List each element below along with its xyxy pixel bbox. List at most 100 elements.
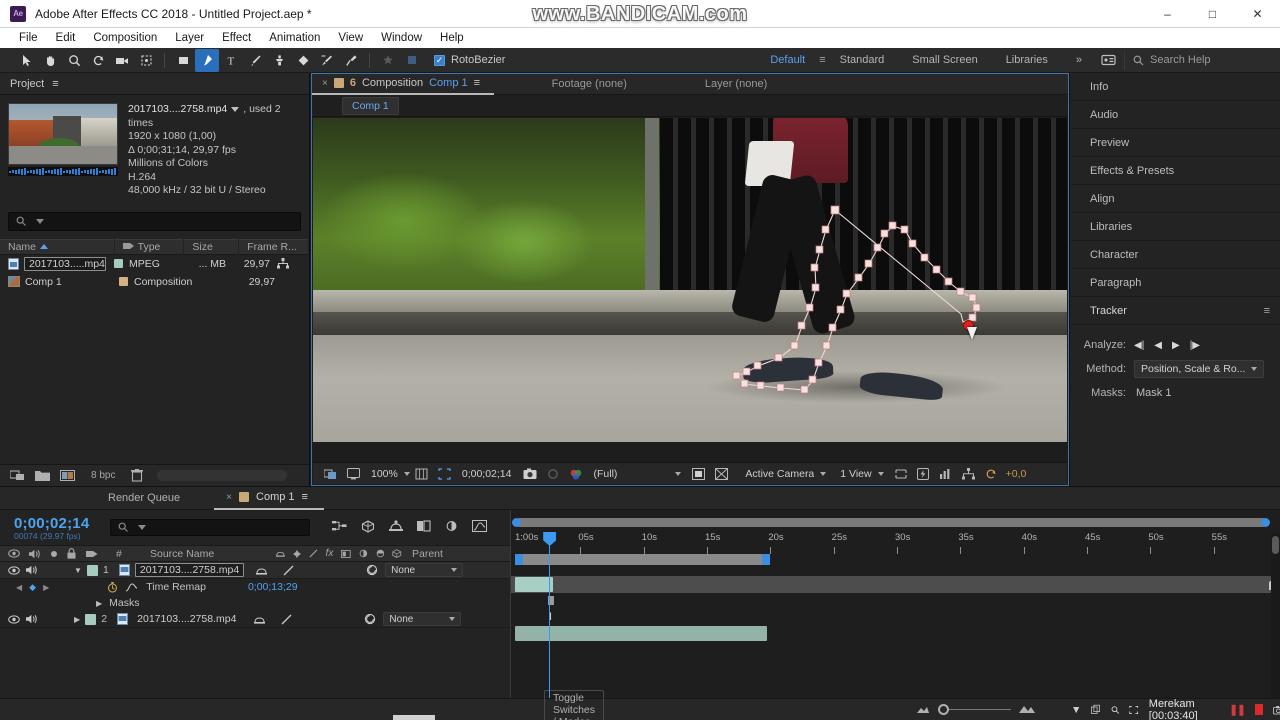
adjustment-icon[interactable] [376,548,385,559]
chevron-down-icon[interactable] [231,106,240,112]
property-value[interactable]: 0;00;13;29 [248,581,298,593]
magnification-value[interactable]: 100% [365,468,404,480]
label-swatch[interactable] [114,259,123,268]
sidebar-panel-info[interactable]: Info [1070,73,1280,101]
workspace-libraries[interactable]: Libraries [992,49,1062,72]
timeline-search-input[interactable] [110,519,310,536]
capture-region-icon[interactable] [1129,704,1139,716]
tab-composition[interactable]: × 6 Composition Comp 1 ≡ [312,74,494,95]
workspace-small-screen[interactable]: Small Screen [898,49,991,72]
speaker-icon[interactable] [26,614,38,624]
property-track-masks[interactable]: I [511,609,1280,625]
rotobezier-checkbox[interactable]: ✓ [434,54,445,66]
draft-3d-icon[interactable] [361,519,375,536]
speaker-icon[interactable] [29,549,41,559]
layer-track-1[interactable] [511,576,1280,593]
layer-bar-1-extent[interactable] [553,577,769,592]
project-panel-tab[interactable]: Project ≡ [0,73,309,95]
new-composition-icon[interactable] [60,469,75,482]
workspace-default[interactable]: Default [756,49,819,72]
pen-tool-icon[interactable] [195,48,219,72]
tab-comp1[interactable]: × Comp 1 ≡ [214,486,324,510]
resolution-value[interactable]: (Full) [588,468,624,480]
analyze-forward-icon[interactable]: ▶ [1172,340,1180,351]
menu-item-window[interactable]: Window [372,28,431,48]
prev-keyframe-icon[interactable]: ◀ [16,583,22,592]
sidebar-panel-paragraph[interactable]: Paragraph [1070,269,1280,297]
chevron-down-icon[interactable]: ▼ [1071,704,1081,716]
sidebar-panel-libraries[interactable]: Libraries [1070,213,1280,241]
project-row-name[interactable]: 2017103.....mp4 [24,256,106,271]
frame-blend-icon[interactable] [341,549,351,559]
column-name[interactable]: Name [0,238,115,255]
show-snapshot-icon[interactable] [542,463,564,485]
eye-icon[interactable] [8,549,20,558]
flowchart-icon[interactable] [957,463,980,485]
quality-icon[interactable] [281,614,292,625]
sidebar-panel-character[interactable]: Character [1070,241,1280,269]
sidebar-panel-preview[interactable]: Preview [1070,129,1280,157]
lock-icon[interactable] [67,548,76,559]
selection-tool-icon[interactable] [14,49,38,72]
analyze-backward-icon[interactable]: ◀ [1154,340,1162,351]
column-framerate[interactable]: Frame R... [239,238,309,255]
quality-icon[interactable] [309,548,318,559]
type-tool-icon[interactable]: T [219,49,243,72]
mask-feather-tool-icon[interactable] [376,49,400,72]
analyze-1-frame-backward-icon[interactable]: ◀| [1134,340,1144,351]
menu-item-animation[interactable]: Animation [260,28,329,48]
speaker-icon[interactable] [26,565,38,575]
work-area-bar[interactable] [515,554,770,565]
close-icon[interactable]: × [226,486,232,509]
panel-menu-icon[interactable]: ≡ [52,78,62,90]
menu-item-help[interactable]: Help [431,28,473,48]
column-source-name[interactable]: Source Name [142,546,272,562]
parent-pickwhip-icon[interactable] [364,613,376,625]
resolution-chevron-icon[interactable] [675,471,682,476]
sidebar-panel-tracker[interactable]: Tracker ≡ [1070,297,1280,325]
fx-icon[interactable]: fx [326,548,334,559]
timeline-vertical-scrollbar[interactable] [1271,533,1280,720]
transparency-grid-icon[interactable] [687,463,710,485]
sub-tab-comp1[interactable]: Comp 1 [342,96,399,115]
search-help-field[interactable]: Search Help [1124,50,1274,70]
roto-brush-tool-icon[interactable] [315,49,339,72]
menu-item-layer[interactable]: Layer [166,28,213,48]
work-area-start-handle[interactable] [515,554,523,565]
rotobezier-option[interactable]: ✓ RotoBezier [434,54,505,66]
expand-layer-icon[interactable]: ▶ [74,615,80,624]
column-parent[interactable]: Parent [402,546,462,562]
region-of-interest-icon[interactable] [433,463,456,485]
camera-icon[interactable] [518,463,542,485]
capture-window-icon[interactable] [1091,703,1101,716]
value-graph-icon[interactable] [125,582,138,593]
composition-mini-flowchart-icon[interactable] [332,520,347,535]
brush-tool-icon[interactable] [243,49,267,72]
3d-layer-icon[interactable] [392,548,402,559]
menu-item-edit[interactable]: Edit [47,28,85,48]
search-filter-chevron-icon[interactable] [36,218,44,224]
solo-icon[interactable] [50,550,58,558]
zoom-in-icon[interactable] [1019,705,1036,714]
project-search-input[interactable] [8,211,301,231]
panel-menu-icon[interactable]: ≡ [1264,305,1270,317]
keyframe-marker-icon[interactable]: ◆ [29,582,36,593]
views-chevron-icon[interactable] [877,471,884,476]
mask-shape-icon[interactable] [710,463,733,485]
channels-icon[interactable] [564,463,588,485]
property-track-time-remap[interactable] [511,593,1280,609]
column-type[interactable]: Type [115,238,185,255]
next-keyframe-icon[interactable]: ▶ [43,583,49,592]
masks-value[interactable]: Mask 1 [1134,387,1171,399]
timeline-graph-area[interactable]: 1:00s05s10s15s20s25s30s35s40s45s50s55s00… [510,510,1280,720]
eye-icon[interactable] [8,614,20,624]
scrollbar-right-handle[interactable] [1261,518,1270,527]
stopwatch-icon[interactable] [107,581,118,593]
hand-tool-icon[interactable] [38,49,62,72]
current-time-display[interactable]: 0;00;02;14 00074 (29.97 fps) [0,515,100,541]
maximize-button[interactable]: □ [1190,0,1235,28]
frame-blending-icon[interactable] [417,520,431,535]
pan-behind-tool-icon[interactable] [134,49,158,72]
mask-shape-tool-icon[interactable] [400,49,424,72]
rotation-tool-icon[interactable] [86,49,110,72]
